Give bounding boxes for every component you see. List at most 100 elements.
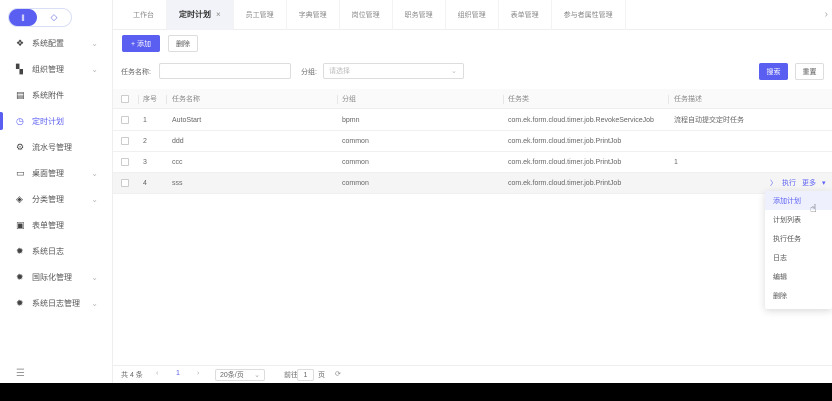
tab[interactable]: 员工管理 [234,0,287,30]
goto-page-input[interactable]: 1 [297,369,314,381]
chevron-down-icon: ⌄ [91,64,98,74]
doc-icon: ▣ [16,219,25,230]
cell-group: bpmn [342,116,360,124]
play-icon[interactable]: 〉 [770,173,777,193]
tab[interactable]: 表单管理 [499,0,552,30]
header-group: 分组 [342,95,356,103]
table-row[interactable]: 1 AutoStart bpmn com.ek.form.cloud.timer.jo… [113,110,832,131]
sidebar-item-label: 分类管理 [32,194,64,204]
tab[interactable]: 工作台 [121,0,167,30]
group-select[interactable]: 请选择 ⌄ [323,63,464,79]
sidebar-item-label: 表单管理 [32,220,64,230]
sidebar-item-label: 系统日志管理 [32,298,80,308]
tag-icon: ◈ [16,193,23,204]
dropdown-item[interactable]: 删除 [765,286,832,305]
sidebar-item-label: 系统配置 [32,38,64,48]
add-button[interactable]: + 添加 [122,35,160,52]
table-row[interactable]: 2 ddd common com.ek.form.cloud.timer.job.Pr… [113,131,832,152]
dropdown-item[interactable]: 日志 [765,248,832,267]
monitor-icon: ▭ [16,167,25,178]
sidebar-item[interactable]: ▤ 系统附件 [0,82,112,108]
tab-label: 组织管理 [457,11,486,19]
row-checkbox[interactable] [121,158,129,166]
task-name-input[interactable] [159,63,291,79]
sidebar-item[interactable]: ✹ 国际化管理 ⌄ [0,264,112,290]
tab[interactable]: 岗位管理 [340,0,393,30]
chevron-down-icon: ⌄ [91,298,98,308]
table-row[interactable]: 4 sss common com.ek.form.cloud.timer.job.Pr… [113,173,832,194]
clock-icon: ◷ [16,115,24,126]
execute-link[interactable]: 执行 [782,173,796,193]
dropdown-item[interactable]: 编辑 [765,267,832,286]
dropdown-item[interactable]: 计划列表 [765,210,832,229]
tab[interactable]: 定时计划 × [167,0,234,30]
cell-group: common [342,179,369,187]
table-row[interactable]: 3 ccc common com.ek.form.cloud.timer.job.Pr… [113,152,832,173]
view-toggle[interactable]: ‖ ◇ [8,8,72,27]
layers-icon: ❖ [16,37,25,48]
cell-no: 1 [143,116,147,124]
tab-bar: 工作台 定时计划 × 员工管理 字典管理 岗位管理 职务管理 组织管理 表单管理 参与者属性管理 › [113,0,832,30]
sidebar-item-label: 桌面管理 [32,168,64,178]
group-select-placeholder: 请选择 [329,68,350,75]
sidebar: ‖ ◇ ❖ 系统配置 ⌄ ▚ 组织管理 ⌄ ▤ 系统附件 ◷ 定时计划 ⚙ 流水号管理 ▭ 桌面管理 ⌄ ◈ 分… [0,0,113,383]
cell-task-name: ccc [172,158,183,166]
collapse-menu-icon[interactable]: ☰ [16,368,25,379]
diamond-icon[interactable]: ◇ [37,9,71,26]
goto-label: 前往 [284,372,298,379]
sidebar-item[interactable]: ⚙ 流水号管理 [0,134,112,160]
page-size-select[interactable]: 20条/页 ⌄ [215,369,265,381]
tab[interactable]: 组织管理 [446,0,499,30]
sidebar-item[interactable]: ▣ 表单管理 [0,212,112,238]
sidebar-item[interactable]: ❖ 系统配置 ⌄ [0,30,112,56]
cell-no: 3 [143,158,147,166]
tab-label: 岗位管理 [351,11,380,19]
table-header: 序号 任务名称 分组 任务类 任务描述 [113,89,832,109]
dropdown-item[interactable]: 添加计划 [765,191,832,210]
refresh-icon[interactable]: ⟳ [335,370,341,378]
cell-task-name: AutoStart [172,116,202,124]
tab[interactable]: 字典管理 [287,0,340,30]
tab[interactable]: 参与者属性管理 [552,0,626,30]
chevron-right-icon[interactable]: › [825,9,828,20]
pause-icon[interactable]: ‖ [9,9,37,26]
tab[interactable]: 职务管理 [393,0,446,30]
chevron-down-icon: ⌄ [91,168,98,178]
prev-page-button[interactable]: ‹ [156,370,158,377]
row-checkbox[interactable] [121,137,129,145]
more-link[interactable]: 更多 [802,173,816,193]
tab-label: 表单管理 [510,11,539,19]
app-window: ‖ ◇ ❖ 系统配置 ⌄ ▚ 组织管理 ⌄ ▤ 系统附件 ◷ 定时计划 ⚙ 流水号管理 ▭ 桌面管理 ⌄ ◈ 分… [0,0,832,383]
dropdown-item[interactable]: 执行任务 [765,229,832,248]
sidebar-item[interactable]: ▚ 组织管理 ⌄ [0,56,112,82]
tab-label: 员工管理 [245,11,274,19]
row-checkbox-cell [121,152,129,172]
delete-button[interactable]: 删除 [168,35,198,52]
more-actions-dropdown: 添加计划 计划列表 执行任务 日志 编辑 删除 [765,191,832,309]
page-number[interactable]: 1 [176,370,180,377]
reset-button[interactable]: 重置 [795,63,824,80]
sidebar-item-label: 定时计划 [32,116,64,126]
cell-task-class: com.ek.form.cloud.timer.job.PrintJob [508,137,622,145]
chevron-down-icon: ⌄ [91,38,98,48]
close-icon[interactable]: × [216,10,221,19]
flow-icon: ⚙ [16,141,25,152]
chevron-down-icon: ⌄ [91,194,98,204]
sidebar-item[interactable]: ✹ 系统日志管理 ⌄ [0,290,112,316]
sidebar-item[interactable]: ✹ 系统日志 [0,238,112,264]
chevron-down-icon: ⌄ [451,68,457,75]
sidebar-item[interactable]: ◈ 分类管理 ⌄ [0,186,112,212]
row-checkbox[interactable] [121,116,129,124]
cell-no: 4 [143,179,147,187]
chevron-down-icon: ⌄ [91,272,98,282]
sidebar-item[interactable]: ◷ 定时计划 [0,108,112,134]
chevron-down-icon[interactable]: ▾ [822,173,826,193]
row-checkbox[interactable] [121,179,129,187]
sidebar-item[interactable]: ▭ 桌面管理 ⌄ [0,160,112,186]
gear-icon: ✹ [16,271,24,282]
header-no: 序号 [143,95,157,103]
search-button[interactable]: 搜索 [759,63,788,80]
select-all-checkbox[interactable] [121,94,129,103]
file-icon: ▤ [16,89,25,100]
next-page-button[interactable]: › [197,370,199,377]
